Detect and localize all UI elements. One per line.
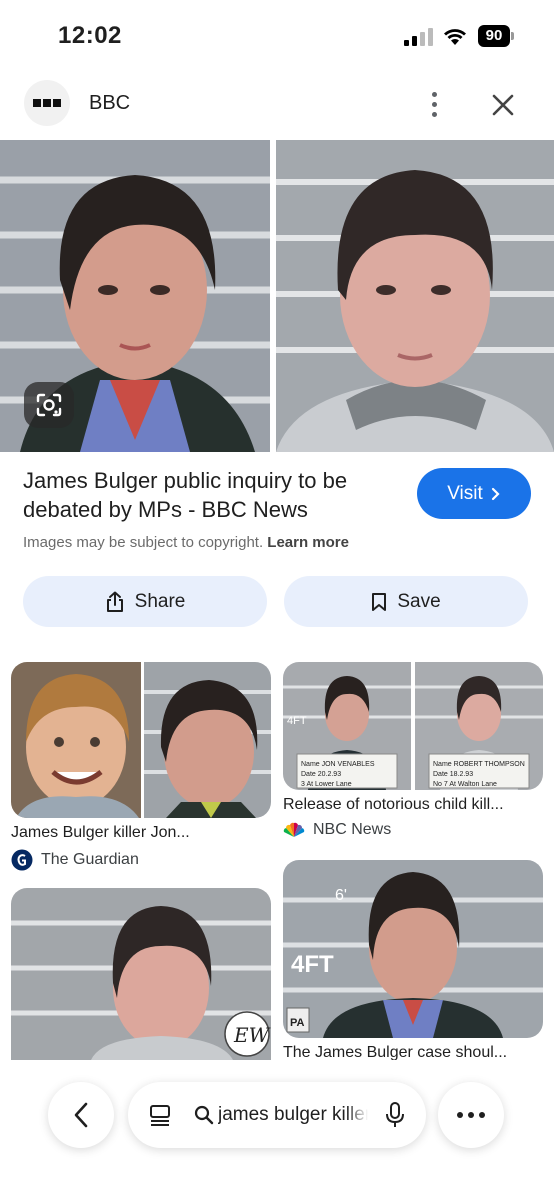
svg-text:3 At Lower Lane: 3 At Lower Lane — [301, 781, 352, 788]
result-title[interactable]: James Bulger public inquiry to be debate… — [23, 466, 403, 524]
site-name[interactable]: BBC — [89, 92, 130, 115]
svg-text:Name ROBERT THOMPSON: Name ROBERT THOMPSON — [433, 761, 525, 768]
visit-label: Visit — [447, 482, 483, 504]
learn-more-link[interactable]: Learn more — [267, 534, 349, 551]
save-label: Save — [397, 590, 441, 612]
guardian-logo-icon — [11, 849, 33, 871]
search-query[interactable]: james bulger killers — [218, 1104, 368, 1126]
chevron-left-icon — [74, 1102, 88, 1128]
battery-icon: 90 — [478, 25, 514, 47]
svg-text:Name JON VENABLES: Name JON VENABLES — [301, 761, 375, 768]
related-image-1[interactable] — [11, 662, 271, 818]
site-logo-icon[interactable] — [24, 80, 70, 126]
related-caption-1[interactable]: James Bulger killer Jon... — [11, 824, 271, 842]
related-photo-2: 4FT Name JON VENABLES Date 20.2.93 3 At … — [283, 662, 543, 790]
menu-more-icon[interactable] — [438, 1082, 504, 1148]
hero-image[interactable] — [0, 140, 554, 452]
source-header: BBC — [0, 78, 554, 130]
wifi-icon — [444, 29, 466, 45]
related-image-3[interactable]: EW — [11, 888, 271, 1060]
related-photo-1 — [11, 662, 271, 818]
search-icon — [194, 1105, 214, 1125]
copyright-notice: Images may be subject to copyright. Lear… — [23, 534, 349, 551]
related-source-2[interactable]: NBC News — [283, 821, 391, 839]
chevron-right-icon — [491, 487, 500, 500]
share-label: Share — [134, 590, 186, 612]
card3-logo-text: EW — [233, 1023, 271, 1047]
related-source-name-1: The Guardian — [41, 851, 139, 868]
related-photo-4: 6' 4FT PA — [283, 860, 543, 1038]
battery-level: 90 — [478, 25, 510, 47]
hero-photo-right — [276, 140, 554, 452]
tab-overview-icon[interactable] — [148, 1103, 172, 1127]
svg-text:Date 20.2.93: Date 20.2.93 — [301, 771, 341, 778]
nbc-peacock-icon — [283, 822, 305, 837]
related-caption-2[interactable]: Release of notorious child kill... — [283, 796, 543, 814]
address-bar[interactable]: james bulger killers — [128, 1082, 426, 1148]
close-icon[interactable] — [486, 88, 520, 122]
card4-height-mark-6: 6' — [335, 887, 347, 904]
cellular-signal-icon — [404, 28, 433, 46]
related-photo-3: EW — [11, 888, 271, 1060]
more-options-icon[interactable] — [418, 88, 450, 120]
visit-button[interactable]: Visit — [417, 468, 531, 519]
share-button[interactable]: Share — [23, 576, 267, 627]
bookmark-icon — [372, 592, 387, 611]
related-source-1[interactable]: The Guardian — [11, 849, 139, 871]
clock: 12:02 — [58, 22, 122, 49]
browser-bottom-bar: james bulger killers — [0, 1060, 554, 1199]
save-button[interactable]: Save — [284, 576, 528, 627]
related-image-2[interactable]: 4FT Name JON VENABLES Date 20.2.93 3 At … — [283, 662, 543, 790]
svg-text:No 7 At Walton Lane: No 7 At Walton Lane — [433, 781, 497, 788]
card4-height-mark-4: 4FT — [291, 951, 334, 978]
share-icon — [106, 591, 123, 612]
svg-text:Date 18.2.93: Date 18.2.93 — [433, 771, 473, 778]
back-button[interactable] — [48, 1082, 114, 1148]
copyright-text: Images may be subject to copyright. — [23, 534, 264, 551]
card4-pa-logo: PA — [290, 1017, 305, 1029]
related-image-4[interactable]: 6' 4FT PA — [283, 860, 543, 1038]
related-source-name-2: NBC News — [313, 821, 392, 838]
microphone-icon[interactable] — [384, 1101, 406, 1129]
lens-search-icon[interactable] — [24, 382, 74, 428]
status-bar: 12:02 90 — [0, 0, 554, 70]
card2-height-mark: 4FT — [287, 715, 307, 727]
